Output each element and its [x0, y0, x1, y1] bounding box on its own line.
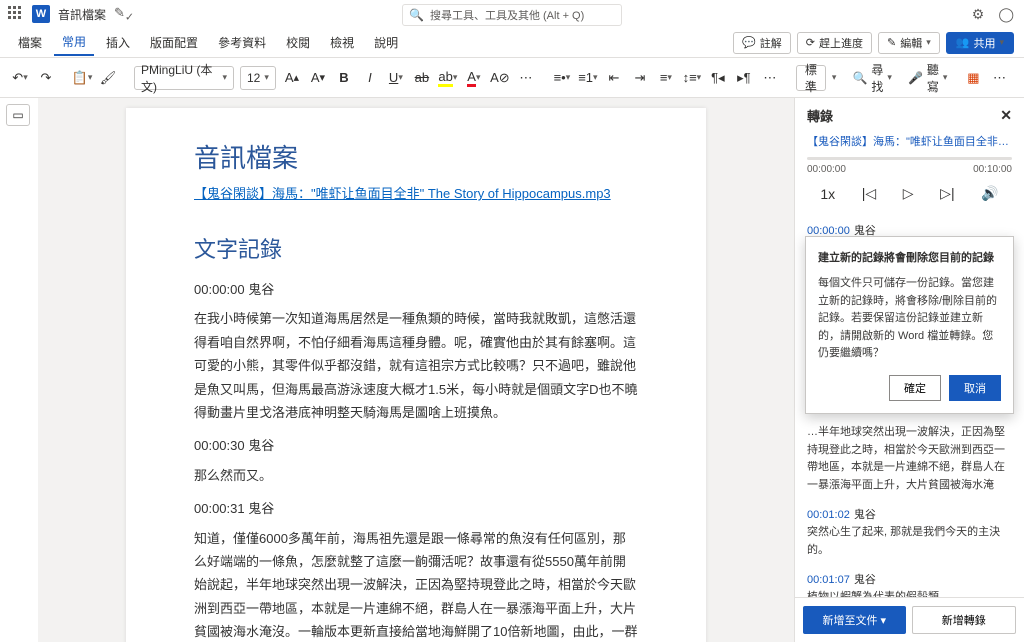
page: 音訊檔案 【鬼谷閑談】海馬："唯虾让鱼面目全非" The Story of Hi…: [126, 108, 706, 642]
play-button[interactable]: ▷: [903, 185, 914, 202]
style-select[interactable]: 標準: [796, 65, 826, 91]
transcript-item[interactable]: …半年地球突然出現一波解決，正因為堅持現登此之時，相當於今天歐洲到西亞一帶地區，…: [795, 416, 1024, 500]
entry-text-2[interactable]: 知道，僅僅6000多萬年前，海馬祖先還是跟一條尋常的魚沒有任何區別，那么好端端的…: [194, 527, 638, 642]
font-size-select[interactable]: 12▾: [240, 66, 276, 90]
comments-button[interactable]: 💬 註解: [733, 32, 791, 54]
thumbnails-button[interactable]: ▭: [6, 104, 30, 126]
entry-ts-1[interactable]: 00:00:30 鬼谷: [194, 434, 638, 457]
line-spacing-button[interactable]: ↕≡▾: [682, 66, 702, 90]
search-icon: 🔍: [409, 8, 424, 22]
bold-button[interactable]: B: [334, 66, 354, 90]
audio-file-link[interactable]: 【鬼谷閑談】海馬："唯虾让鱼面目全非" The Story of Hippoca…: [194, 186, 611, 201]
next-button[interactable]: ▷|: [940, 185, 954, 202]
edit-button[interactable]: ✎ 編輯 ▾: [878, 32, 940, 54]
ribbon: ↶▾ ↷ 📋▾ 🖌 PMingLiU (本文)▾ 12▾ A▴ A▾ B I U…: [0, 58, 1024, 98]
nav-pane: ▭: [0, 98, 38, 642]
more-font-button[interactable]: ⋯: [516, 66, 536, 90]
outdent-button[interactable]: ⇤: [604, 66, 624, 90]
prev-button[interactable]: |◁: [862, 185, 876, 202]
playback-progress[interactable]: [807, 157, 1012, 160]
strike-button[interactable]: ab: [412, 66, 432, 90]
new-transcribe-button[interactable]: 新增轉錄: [912, 606, 1017, 634]
transcribe-panel: 轉錄 ✕ 【鬼谷閑談】海馬："唯虾让鱼面目全非" The St... 00:00…: [794, 98, 1024, 642]
ltr-button[interactable]: ▸¶: [734, 66, 754, 90]
doc-heading-2[interactable]: 文字記錄: [194, 232, 638, 264]
rtl-button[interactable]: ¶◂: [708, 66, 728, 90]
settings-icon[interactable]: ⚙: [972, 6, 985, 23]
transcript-item[interactable]: 00:01:02鬼谷 突然心生了起来, 那就是我們今天的主決的。: [795, 500, 1024, 565]
document-canvas[interactable]: 音訊檔案 【鬼谷閑談】海馬："唯虾让鱼面目全非" The Story of Hi…: [38, 98, 794, 642]
panel-title: 轉錄: [807, 106, 833, 125]
menu-view[interactable]: 檢視: [322, 30, 362, 55]
entry-ts-2[interactable]: 00:00:31 鬼谷: [194, 497, 638, 520]
bullets-button[interactable]: ≡•▾: [552, 66, 572, 90]
account-icon[interactable]: ◯: [998, 6, 1014, 23]
style-chevron-icon[interactable]: ▾: [832, 72, 837, 83]
font-family-select[interactable]: PMingLiU (本文)▾: [134, 66, 234, 90]
add-to-doc-button[interactable]: 新增至文件 ▾: [803, 606, 906, 634]
dictate-button[interactable]: 🎤 聽寫▾: [908, 61, 948, 95]
format-painter-button[interactable]: 🖌: [98, 66, 118, 90]
menu-file[interactable]: 檔案: [10, 30, 50, 55]
ribbon-more-button[interactable]: ⋯: [989, 66, 1009, 90]
panel-filename[interactable]: 【鬼谷閑談】海馬："唯虾让鱼面目全非" The St...: [795, 133, 1024, 149]
word-logo-icon: W: [32, 5, 50, 23]
indent-button[interactable]: ⇥: [630, 66, 650, 90]
menu-references[interactable]: 參考資料: [210, 30, 274, 55]
menu-bar: 檔案 常用 插入 版面配置 參考資料 校閱 檢視 說明 💬 註解 ⟳ 趕上進度 …: [0, 28, 1024, 58]
clear-format-button[interactable]: A⊘: [490, 66, 510, 90]
dialog-cancel-button[interactable]: 取消: [949, 375, 1001, 401]
search-placeholder: 搜尋工具、工具及其他 (Alt + Q): [430, 7, 584, 23]
entry-text-1[interactable]: 那么然而又。: [194, 464, 638, 487]
paste-button[interactable]: 📋▾: [72, 66, 92, 90]
transcribe-button[interactable]: ▦: [963, 66, 983, 90]
numbering-button[interactable]: ≡1▾: [578, 66, 598, 90]
dialog-ok-button[interactable]: 確定: [889, 375, 941, 401]
menu-layout[interactable]: 版面配置: [142, 30, 206, 55]
app-launcher-icon[interactable]: [8, 6, 24, 22]
search-input[interactable]: 🔍 搜尋工具、工具及其他 (Alt + Q): [402, 4, 622, 26]
doc-heading-1[interactable]: 音訊檔案: [194, 138, 638, 175]
saved-status-icon: ✎✓: [114, 5, 134, 24]
confirm-dialog: 建立新的記錄將會刪除您目前的記錄 每個文件只可儲存一份記錄。當您建立新的記錄時，…: [805, 236, 1014, 414]
underline-button[interactable]: U▾: [386, 66, 406, 90]
undo-button[interactable]: ↶▾: [10, 66, 30, 90]
italic-button[interactable]: I: [360, 66, 380, 90]
grow-font-button[interactable]: A▴: [282, 66, 302, 90]
more-para-button[interactable]: ⋯: [760, 66, 780, 90]
close-panel-button[interactable]: ✕: [1000, 107, 1012, 124]
entry-ts-0[interactable]: 00:00:00 鬼谷: [194, 278, 638, 301]
document-title[interactable]: 音訊檔案: [58, 6, 106, 23]
catchup-button[interactable]: ⟳ 趕上進度: [797, 32, 872, 54]
dialog-title: 建立新的記錄將會刪除您目前的記錄: [818, 249, 1001, 265]
share-button[interactable]: 👥 共用 ▾: [946, 32, 1014, 54]
volume-button[interactable]: 🔊: [981, 185, 998, 202]
font-color-button[interactable]: A▾: [464, 66, 484, 90]
redo-button[interactable]: ↷: [36, 66, 56, 90]
menu-review[interactable]: 校閱: [278, 30, 318, 55]
time-current: 00:00:00: [807, 164, 846, 175]
align-left-button[interactable]: ≡▾: [656, 66, 676, 90]
menu-home[interactable]: 常用: [54, 29, 94, 56]
shrink-font-button[interactable]: A▾: [308, 66, 328, 90]
dialog-body: 每個文件只可儲存一份記錄。當您建立新的記錄時，將會移除/刪除目前的記錄。若要保留…: [818, 275, 1001, 363]
time-total: 00:10:00: [973, 164, 1012, 175]
entry-text-0[interactable]: 在我小時候第一次知道海馬居然是一種魚類的時候，當時我就敗凱，這憋活還得看咱自然界…: [194, 307, 638, 424]
menu-insert[interactable]: 插入: [98, 30, 138, 55]
playback-speed-button[interactable]: 1x: [820, 186, 835, 202]
transcript-item[interactable]: 00:01:07鬼谷 植物以蝦蟹為代表的假殼類。: [795, 565, 1024, 597]
menu-help[interactable]: 說明: [366, 30, 406, 55]
find-button[interactable]: 🔍 尋找▾: [852, 61, 892, 95]
highlight-button[interactable]: ab▾: [438, 66, 458, 90]
